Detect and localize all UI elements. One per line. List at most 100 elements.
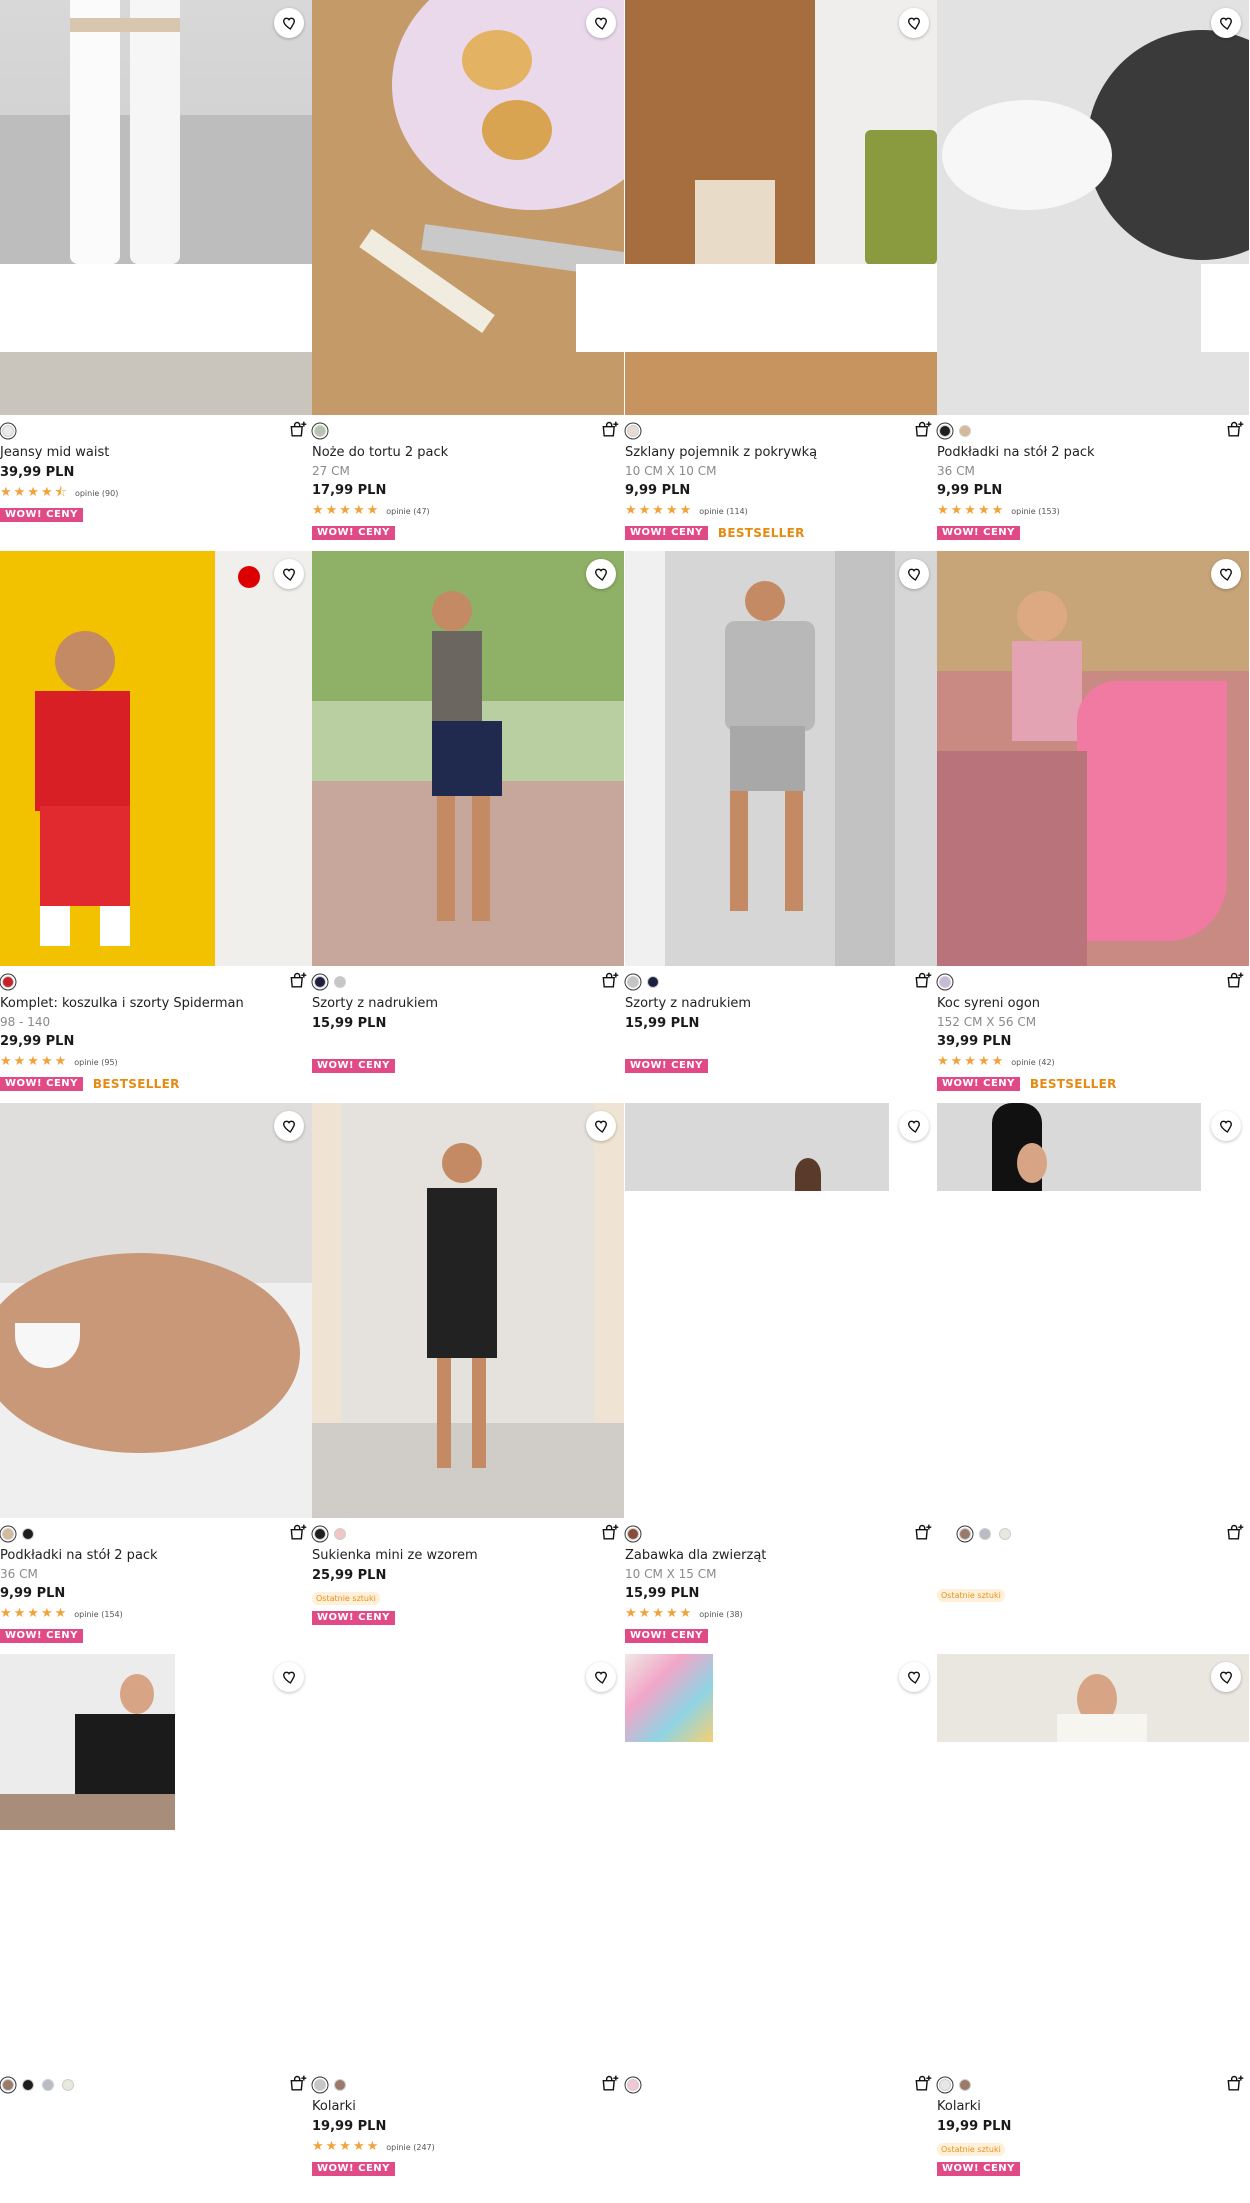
product-card[interactable] xyxy=(0,1654,312,2203)
add-to-cart-icon[interactable] xyxy=(600,420,620,440)
color-swatch[interactable] xyxy=(2,1528,14,1540)
color-swatch[interactable] xyxy=(314,425,326,437)
product-name[interactable]: Szklany pojemnik z pokrywką xyxy=(625,444,937,462)
wishlist-heart-icon[interactable] xyxy=(586,1111,616,1141)
product-image[interactable] xyxy=(0,551,312,966)
color-swatch[interactable] xyxy=(2,425,14,437)
product-image[interactable] xyxy=(937,1103,1249,1518)
product-image[interactable] xyxy=(625,1103,937,1518)
color-swatch[interactable] xyxy=(314,1528,326,1540)
add-to-cart-icon[interactable] xyxy=(600,1523,620,1543)
wishlist-heart-icon[interactable] xyxy=(1211,8,1241,38)
add-to-cart-icon[interactable] xyxy=(913,1523,933,1543)
add-to-cart-icon[interactable] xyxy=(1225,420,1245,440)
review-count[interactable]: opinie (154) xyxy=(74,1610,122,1619)
color-swatch[interactable] xyxy=(2,976,14,988)
product-card[interactable] xyxy=(625,1654,937,2203)
color-swatch[interactable] xyxy=(979,1528,991,1540)
wishlist-heart-icon[interactable] xyxy=(899,1662,929,1692)
add-to-cart-icon[interactable] xyxy=(288,971,308,991)
product-image[interactable] xyxy=(312,1654,624,2069)
color-swatch[interactable] xyxy=(939,2079,951,2091)
wishlist-heart-icon[interactable] xyxy=(274,559,304,589)
add-to-cart-icon[interactable] xyxy=(1225,971,1245,991)
color-swatch[interactable] xyxy=(999,1528,1011,1540)
product-name[interactable]: Komplet: koszulka i szorty Spiderman xyxy=(0,995,312,1013)
product-image[interactable] xyxy=(625,1654,937,2069)
product-card[interactable]: Koc syreni ogon 152 CM X 56 CM 39,99 PLN… xyxy=(937,551,1249,1102)
product-name[interactable]: Jeansy mid waist xyxy=(0,444,312,462)
product-name[interactable]: Koc syreni ogon xyxy=(937,995,1249,1013)
review-count[interactable]: opinie (38) xyxy=(699,1610,742,1619)
color-swatch[interactable] xyxy=(959,1528,971,1540)
review-count[interactable]: opinie (90) xyxy=(75,489,118,498)
color-swatch[interactable] xyxy=(959,2079,971,2091)
review-count[interactable]: opinie (95) xyxy=(74,1058,117,1067)
product-image[interactable] xyxy=(0,0,312,415)
product-image[interactable] xyxy=(312,551,624,966)
color-swatch[interactable] xyxy=(22,2079,34,2091)
add-to-cart-icon[interactable] xyxy=(600,2074,620,2094)
add-to-cart-icon[interactable] xyxy=(913,2074,933,2094)
product-image[interactable] xyxy=(625,0,937,415)
add-to-cart-icon[interactable] xyxy=(1225,2074,1245,2094)
product-card[interactable]: Ostatnie sztuki xyxy=(937,1103,1249,1654)
product-image[interactable] xyxy=(937,1654,1249,2069)
product-card[interactable]: Szklany pojemnik z pokrywką 10 CM X 10 C… xyxy=(625,0,937,551)
product-name[interactable]: Podkładki na stół 2 pack xyxy=(937,444,1249,462)
color-swatch[interactable] xyxy=(627,2079,639,2091)
color-swatch[interactable] xyxy=(939,976,951,988)
review-count[interactable]: opinie (114) xyxy=(699,507,747,516)
color-swatch[interactable] xyxy=(62,2079,74,2091)
product-card[interactable]: Kolarki 19,99 PLN Ostatnie sztuki WOW! CE… xyxy=(937,1654,1249,2203)
product-name[interactable]: Kolarki xyxy=(937,2098,1249,2116)
product-image[interactable] xyxy=(625,551,937,966)
product-name[interactable]: Sukienka mini ze wzorem xyxy=(312,1547,624,1565)
review-count[interactable]: opinie (42) xyxy=(1011,1058,1054,1067)
add-to-cart-icon[interactable] xyxy=(288,420,308,440)
product-card[interactable]: Kolarki 19,99 PLN ★★★★★ opinie (247) WOW!… xyxy=(312,1654,624,2203)
color-swatch[interactable] xyxy=(647,976,659,988)
product-name[interactable]: Szorty z nadrukiem xyxy=(625,995,937,1013)
color-swatch[interactable] xyxy=(314,2079,326,2091)
wishlist-heart-icon[interactable] xyxy=(274,1111,304,1141)
color-swatch[interactable] xyxy=(314,976,326,988)
product-card[interactable]: Szorty z nadrukiem 15,99 PLN WOW! CENY xyxy=(625,551,937,1102)
add-to-cart-icon[interactable] xyxy=(1225,1523,1245,1543)
color-swatch[interactable] xyxy=(334,2079,346,2091)
color-swatch[interactable] xyxy=(334,1528,346,1540)
add-to-cart-icon[interactable] xyxy=(913,420,933,440)
product-image[interactable] xyxy=(0,1103,312,1518)
color-swatch[interactable] xyxy=(627,1528,639,1540)
product-image[interactable] xyxy=(937,551,1249,966)
product-image[interactable] xyxy=(312,0,624,415)
product-card[interactable]: Zabawka dla zwierząt 10 CM X 15 CM 15,99… xyxy=(625,1103,937,1654)
product-name[interactable]: Zabawka dla zwierząt xyxy=(625,1547,937,1565)
product-image[interactable] xyxy=(312,1103,624,1518)
product-name[interactable]: Noże do tortu 2 pack xyxy=(312,444,624,462)
product-card[interactable]: Noże do tortu 2 pack 27 CM 17,99 PLN ★★★… xyxy=(312,0,624,551)
product-name[interactable]: Szorty z nadrukiem xyxy=(312,995,624,1013)
color-swatch[interactable] xyxy=(334,976,346,988)
product-card[interactable]: Podkładki na stół 2 pack 36 CM 9,99 PLN … xyxy=(937,0,1249,551)
product-name[interactable]: Kolarki xyxy=(312,2098,624,2116)
product-image[interactable] xyxy=(937,0,1249,415)
color-swatch[interactable] xyxy=(939,425,951,437)
wishlist-heart-icon[interactable] xyxy=(1211,1662,1241,1692)
wishlist-heart-icon[interactable] xyxy=(586,1662,616,1692)
wishlist-heart-icon[interactable] xyxy=(899,8,929,38)
product-card[interactable]: Szorty z nadrukiem 15,99 PLN WOW! CENY xyxy=(312,551,624,1102)
wishlist-heart-icon[interactable] xyxy=(274,1662,304,1692)
color-swatch[interactable] xyxy=(959,425,971,437)
product-card[interactable]: Podkładki na stół 2 pack 36 CM 9,99 PLN … xyxy=(0,1103,312,1654)
review-count[interactable]: opinie (153) xyxy=(1011,507,1059,516)
color-swatch[interactable] xyxy=(22,1528,34,1540)
color-swatch[interactable] xyxy=(627,425,639,437)
add-to-cart-icon[interactable] xyxy=(913,971,933,991)
add-to-cart-icon[interactable] xyxy=(288,2074,308,2094)
wishlist-heart-icon[interactable] xyxy=(586,559,616,589)
review-count[interactable]: opinie (247) xyxy=(386,2143,434,2152)
wishlist-heart-icon[interactable] xyxy=(899,1111,929,1141)
wishlist-heart-icon[interactable] xyxy=(899,559,929,589)
review-count[interactable]: opinie (47) xyxy=(386,507,429,516)
